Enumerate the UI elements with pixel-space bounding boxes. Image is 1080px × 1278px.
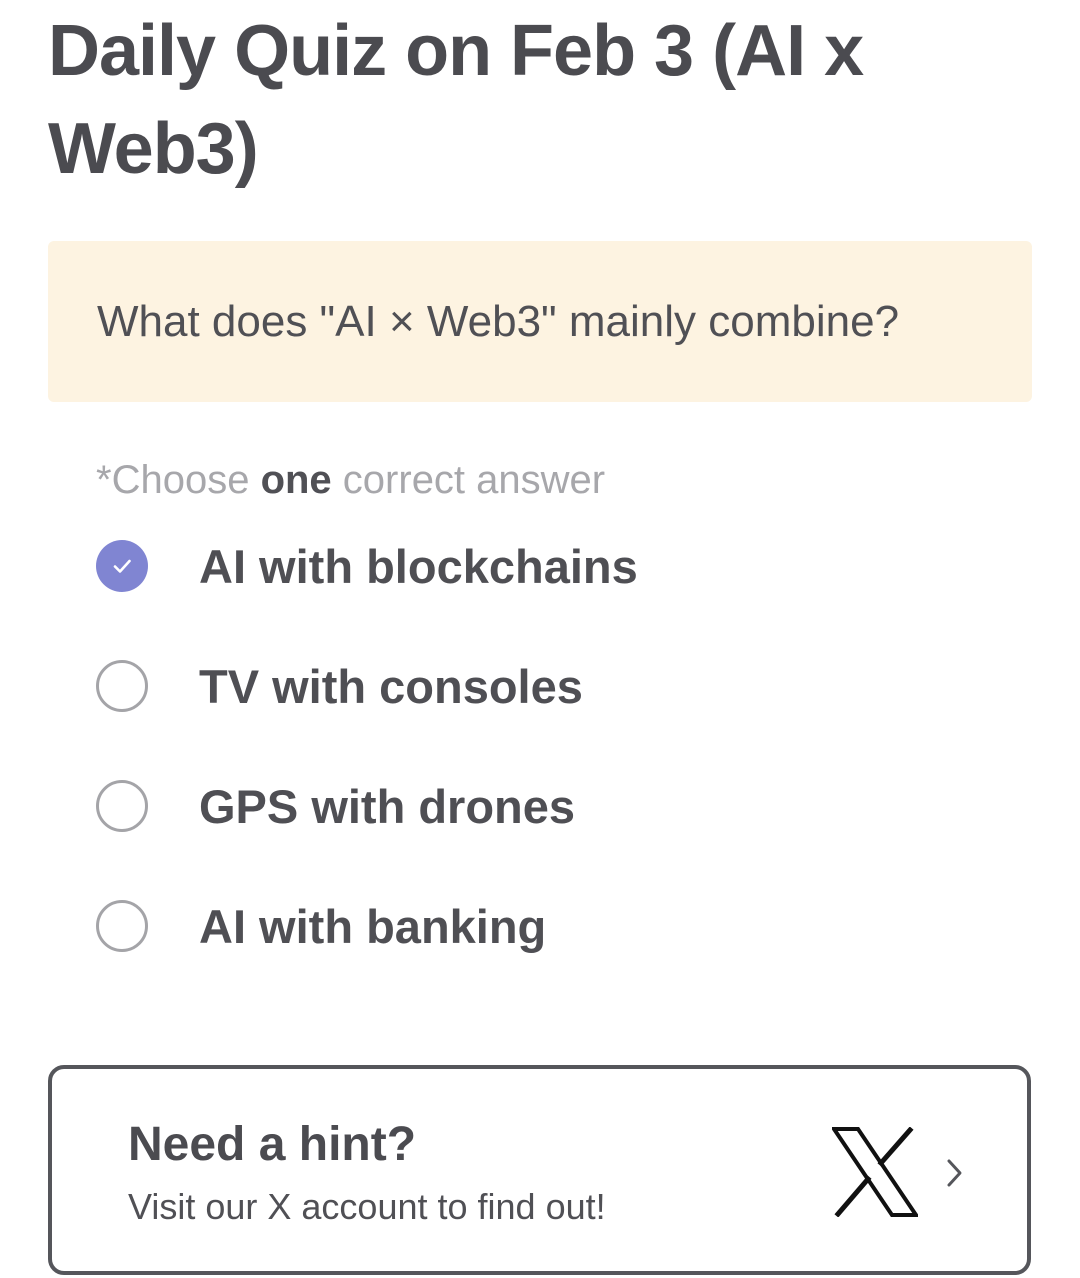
instruction-prefix: *Choose <box>96 458 261 502</box>
hint-title: Need a hint? <box>128 1118 417 1171</box>
answer-option[interactable]: TV with consoles <box>96 626 996 746</box>
page-title: Daily Quiz on Feb 3 (AI x Web3) <box>48 11 864 189</box>
hint-subtitle: Visit our X account to find out! <box>128 1186 606 1227</box>
question-text: What does "AI × Web3" mainly combine? <box>97 296 900 346</box>
answer-option-label: TV with consoles <box>199 659 583 713</box>
answer-option[interactable]: AI with blockchains <box>96 506 996 626</box>
x-logo-icon <box>832 1127 918 1217</box>
radio-button[interactable] <box>96 540 148 592</box>
answer-option-label: AI with banking <box>199 899 547 953</box>
answer-option[interactable]: GPS with drones <box>96 746 996 866</box>
radio-button[interactable] <box>96 780 148 832</box>
answer-option[interactable]: AI with banking <box>96 866 996 986</box>
answer-option-label: GPS with drones <box>199 779 576 833</box>
hint-card[interactable]: Need a hint? Visit our X account to find… <box>48 1065 1031 1275</box>
radio-button[interactable] <box>96 660 148 712</box>
answer-instruction: *Choose one correct answer <box>96 452 605 508</box>
radio-button[interactable] <box>96 900 148 952</box>
answer-options: AI with blockchains TV with consoles GPS… <box>96 506 996 986</box>
instruction-emphasis: one <box>260 458 332 502</box>
answer-option-label: AI with blockchains <box>199 539 638 593</box>
question-box: What does "AI × Web3" mainly combine? <box>48 241 1032 402</box>
checkmark-icon <box>113 559 131 573</box>
instruction-suffix: correct answer <box>331 458 606 502</box>
chevron-right-icon <box>947 1159 962 1187</box>
